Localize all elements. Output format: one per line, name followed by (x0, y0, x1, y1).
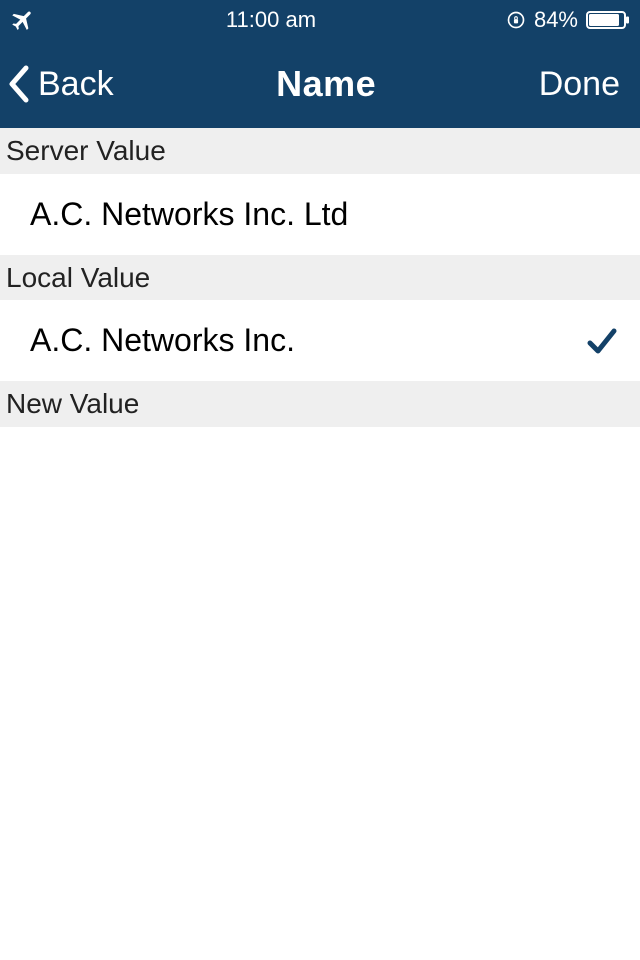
section-header-new: New Value (0, 381, 640, 427)
local-value-label: A.C. Networks Inc. (30, 322, 584, 359)
checkmark-icon (584, 323, 620, 359)
back-button[interactable]: Back (6, 62, 114, 106)
chevron-left-icon (6, 62, 34, 106)
section-header-server: Server Value (0, 128, 640, 174)
navigation-bar: Back Name Done (0, 40, 640, 128)
airplane-mode-icon (10, 7, 36, 33)
orientation-lock-icon (506, 10, 526, 30)
server-value-cell[interactable]: A.C. Networks Inc. Ltd (0, 174, 640, 255)
local-value-cell[interactable]: A.C. Networks Inc. (0, 300, 640, 381)
battery-icon (586, 11, 630, 29)
back-label: Back (38, 65, 114, 104)
status-bar: 11:00 am 84% (0, 0, 640, 40)
page-title: Name (114, 63, 539, 105)
section-header-local: Local Value (0, 255, 640, 301)
server-value-label: A.C. Networks Inc. Ltd (30, 196, 620, 233)
status-time: 11:00 am (36, 7, 506, 33)
battery-percent: 84% (534, 7, 578, 33)
done-button[interactable]: Done (539, 65, 626, 104)
